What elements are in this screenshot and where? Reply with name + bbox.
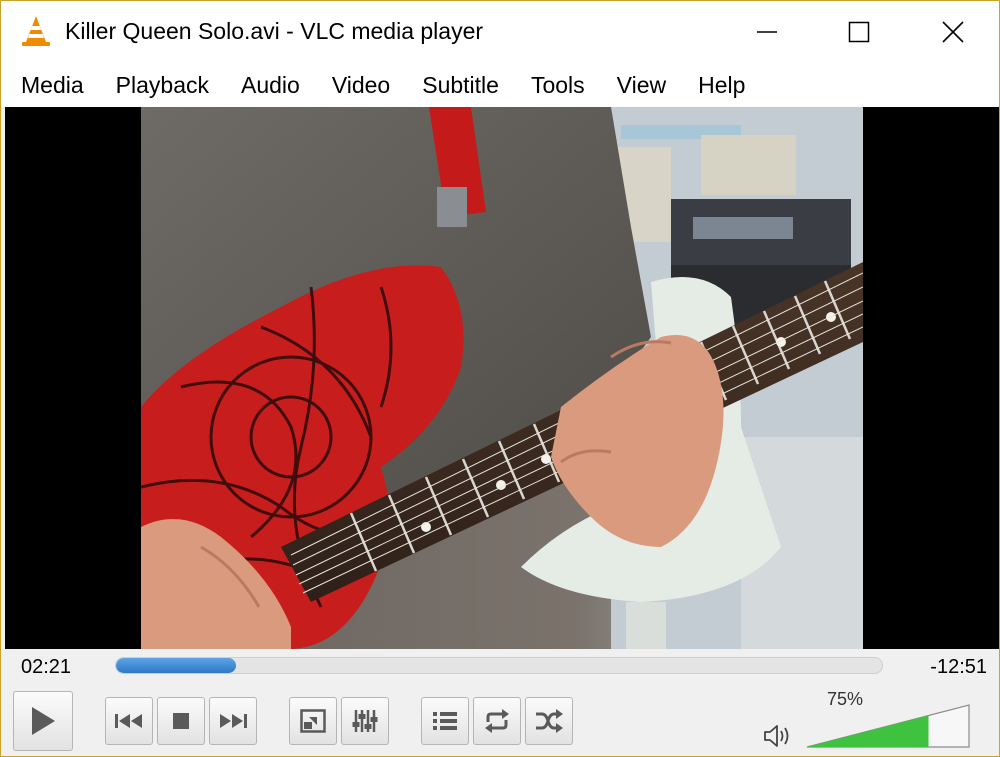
remaining-time[interactable]: -12:51 — [930, 656, 987, 679]
video-frame — [141, 107, 863, 649]
shuffle-icon — [536, 709, 563, 733]
menu-subtitle[interactable]: Subtitle — [406, 63, 515, 107]
menu-video[interactable]: Video — [316, 63, 406, 107]
extended-settings-icon — [352, 710, 378, 732]
title-bar[interactable]: Killer Queen Solo.avi - VLC media player — [1, 1, 999, 63]
controls-bar: 75% — [1, 685, 999, 756]
shuffle-button[interactable] — [525, 697, 573, 745]
previous-button[interactable] — [105, 697, 153, 745]
fullscreen-button[interactable] — [289, 697, 337, 745]
elapsed-time[interactable]: 02:21 — [21, 656, 71, 679]
window-title: Killer Queen Solo.avi - VLC media player — [65, 18, 484, 44]
maximize-button[interactable] — [811, 1, 907, 63]
menu-media[interactable]: Media — [1, 63, 100, 107]
extended-settings-button[interactable] — [341, 697, 389, 745]
seek-row: 02:21 -12:51 — [1, 649, 999, 685]
fullscreen-icon — [300, 709, 326, 733]
menu-bar: Media Playback Audio Video Subtitle Tool… — [1, 63, 999, 107]
speaker-icon[interactable] — [763, 723, 793, 749]
playlist-button[interactable] — [421, 697, 469, 745]
seek-progress — [116, 658, 237, 673]
loop-icon — [485, 709, 509, 733]
menu-view[interactable]: View — [601, 63, 682, 107]
vlc-cone-icon — [22, 16, 50, 46]
next-button[interactable] — [209, 697, 257, 745]
menu-help[interactable]: Help — [682, 63, 761, 107]
play-icon — [32, 707, 55, 735]
play-button[interactable] — [13, 691, 73, 751]
playlist-icon — [433, 712, 457, 730]
vlc-window: Killer Queen Solo.avi - VLC media player… — [0, 0, 1000, 757]
stop-icon — [173, 713, 189, 729]
minimize-button[interactable] — [719, 1, 815, 63]
video-content-image — [141, 107, 863, 649]
volume-slider[interactable] — [805, 703, 971, 749]
previous-icon — [115, 714, 142, 728]
menu-audio[interactable]: Audio — [225, 63, 316, 107]
video-display[interactable] — [5, 107, 999, 649]
menu-playback[interactable]: Playback — [100, 63, 225, 107]
stop-button[interactable] — [157, 697, 205, 745]
close-button[interactable] — [905, 1, 999, 63]
minimize-icon — [757, 31, 777, 33]
maximize-icon — [848, 21, 870, 43]
next-icon — [220, 714, 247, 728]
seek-bar[interactable] — [115, 657, 883, 674]
close-icon — [942, 21, 964, 43]
loop-button[interactable] — [473, 697, 521, 745]
menu-tools[interactable]: Tools — [515, 63, 601, 107]
